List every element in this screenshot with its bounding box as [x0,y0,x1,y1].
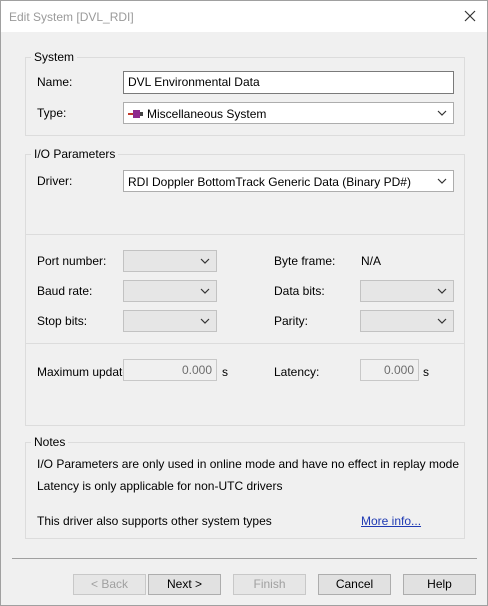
latency-label: Latency: [274,365,320,379]
close-button[interactable] [459,5,481,27]
note-line-1: I/O Parameters are only used in online m… [37,457,460,471]
name-label: Name: [37,75,73,89]
chevron-down-icon [200,258,210,264]
cancel-button[interactable]: Cancel [318,574,391,595]
byte-frame-label: Byte frame: [274,254,336,268]
type-value: Miscellaneous System [147,107,267,121]
notes-group-title: Notes [31,435,69,449]
latency-value: 0.000 [383,363,414,377]
driver-label: Driver: [37,174,73,188]
port-number-select[interactable] [123,250,217,272]
misc-system-icon [128,108,144,120]
name-value: DVL Environmental Data [128,75,260,89]
io-separator-1 [26,234,464,235]
latency-field[interactable]: 0.000 [360,359,419,381]
note-line-2: Latency is only applicable for non-UTC d… [37,479,283,493]
chevron-down-icon [437,110,447,116]
chevron-down-icon [200,288,210,294]
type-select[interactable]: Miscellaneous System [123,102,454,124]
chevron-down-icon [437,178,447,184]
baud-rate-label: Baud rate: [37,284,93,298]
back-button[interactable]: < Back [73,574,146,595]
stop-bits-select[interactable] [123,310,217,332]
parity-select[interactable] [360,310,454,332]
edit-system-dialog: Edit System [DVL_RDI] System Name: DVL E… [0,0,488,606]
more-info-link[interactable]: More info... [361,514,421,528]
max-update-rate-unit: s [222,365,228,379]
baud-rate-select[interactable] [123,280,217,302]
chevron-down-icon [200,318,210,324]
system-group-title: System [31,50,78,64]
parity-label: Parity: [274,314,309,328]
byte-frame-value: N/A [361,254,382,268]
name-field[interactable]: DVL Environmental Data [123,71,454,94]
max-update-rate-field[interactable]: 0.000 [123,359,217,381]
latency-unit: s [423,365,429,379]
footer-divider [12,558,477,559]
type-label: Type: [37,106,67,120]
title-bar: Edit System [DVL_RDI] [1,1,487,32]
io-separator-2 [26,343,464,344]
chevron-down-icon [437,288,447,294]
chevron-down-icon [437,318,447,324]
stop-bits-label: Stop bits: [37,314,88,328]
driver-value: RDI Doppler BottomTrack Generic Data (Bi… [128,175,411,189]
system-group [25,57,465,136]
port-number-label: Port number: [37,254,107,268]
driver-select[interactable]: RDI Doppler BottomTrack Generic Data (Bi… [123,170,454,192]
io-group-title: I/O Parameters [31,147,119,161]
window-title: Edit System [DVL_RDI] [9,10,134,24]
data-bits-label: Data bits: [274,284,325,298]
close-icon [464,10,476,22]
next-button[interactable]: Next > [148,574,221,595]
data-bits-select[interactable] [360,280,454,302]
help-button[interactable]: Help [403,574,476,595]
note-line-3: This driver also supports other system t… [37,514,272,528]
finish-button[interactable]: Finish [233,574,306,595]
max-update-rate-value: 0.000 [181,363,212,377]
